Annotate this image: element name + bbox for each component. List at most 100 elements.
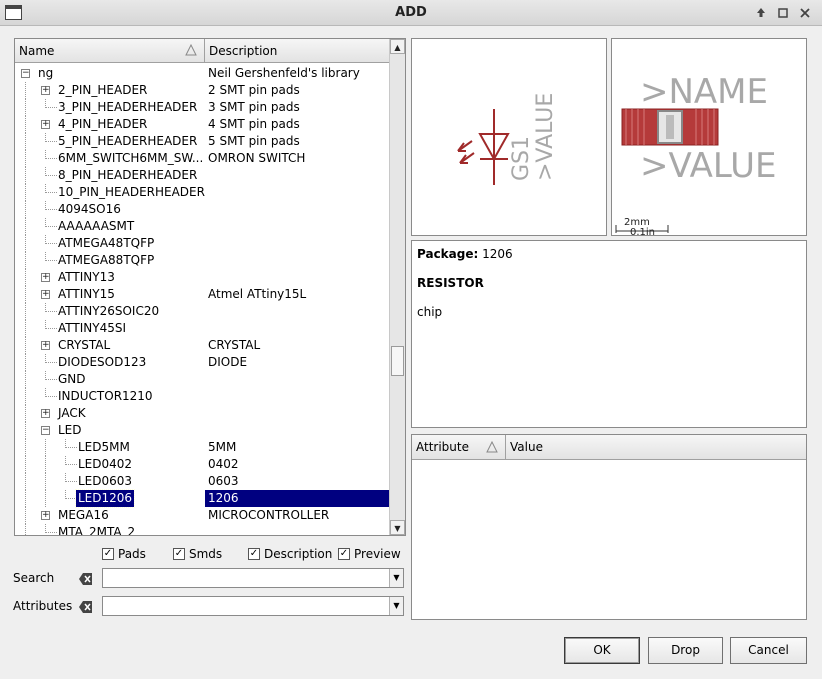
tree-row[interactable]: +2_PIN_HEADER 2 SMT pin pads <box>15 82 389 99</box>
tree-row-name: JACK <box>58 406 86 420</box>
keep-above-icon[interactable] <box>752 4 770 22</box>
search-input[interactable]: ▼ <box>102 568 404 588</box>
collapse-icon[interactable]: − <box>21 69 30 78</box>
tree-guide-line <box>25 218 26 235</box>
column-header-name[interactable]: Name <box>15 39 205 63</box>
tree-row[interactable]: AAAAAASMT <box>15 218 389 235</box>
scroll-up-icon[interactable]: ▲ <box>390 39 405 54</box>
tree-row[interactable]: + ATTINY13 <box>15 269 389 286</box>
tree-row[interactable]: ATMEGA88TQFP <box>15 252 389 269</box>
tree-row[interactable]: MTA_2MTA_2 <box>15 524 389 535</box>
tree-row[interactable]: LED1206 1206 <box>15 489 389 508</box>
tree-guide-line <box>25 388 26 405</box>
tree-row[interactable]: + CRYSTAL CRYSTAL <box>15 337 389 354</box>
tree-row[interactable]: + MEGA16 MICROCONTROLLER <box>15 507 389 524</box>
tree-row-description: Neil Gershenfeld's library <box>208 66 360 80</box>
preview-checkbox[interactable]: ✓ Preview <box>338 546 401 562</box>
close-icon[interactable] <box>796 4 814 22</box>
expand-icon[interactable]: + <box>41 511 50 520</box>
tree-row-description: 0603 <box>208 474 239 488</box>
tree-row[interactable]: 5_PIN_HEADERHEADER 5 SMT pin pads <box>15 133 389 150</box>
tree-row[interactable]: + ATTINY15 Atmel ATtiny15L <box>15 286 389 303</box>
chevron-down-icon[interactable]: ▼ <box>389 569 403 587</box>
package-line: Package: 1206 <box>417 247 801 261</box>
tree-guide-line <box>25 507 26 524</box>
expand-icon[interactable]: + <box>41 290 50 299</box>
attributes-label: Attributes <box>13 599 73 613</box>
ok-button[interactable]: OK <box>564 637 640 664</box>
tree-row[interactable]: GND <box>15 371 389 388</box>
tree-guide-line <box>45 320 57 329</box>
tree-row[interactable]: − ng Neil Gershenfeld's library <box>15 65 389 82</box>
tree-row-name: 6MM_SWITCH6MM_SW... <box>58 151 204 165</box>
attributes-input[interactable]: ▼ <box>102 596 404 616</box>
cancel-button[interactable]: Cancel <box>730 637 807 664</box>
tree-row-name: 8_PIN_HEADERHEADER <box>58 168 198 182</box>
column-description-label: Description <box>209 44 278 58</box>
expand-icon[interactable]: + <box>41 86 50 95</box>
tree-guide-line <box>25 82 26 99</box>
column-header-value[interactable]: Value <box>506 435 806 460</box>
tree-row[interactable]: ATTINY45SI <box>15 320 389 337</box>
tree-row[interactable]: LED5MM 5MM <box>15 439 389 456</box>
tree-guide-line <box>45 235 57 244</box>
tree-guide-line <box>45 167 57 176</box>
tree-row[interactable]: LED0402 0402 <box>15 456 389 473</box>
tree-guide-line <box>45 218 57 227</box>
tree-row[interactable]: + JACK <box>15 405 389 422</box>
value-column-label: Value <box>510 440 543 454</box>
tree-row-name: MEGA16 <box>58 508 109 522</box>
tree-guide-line <box>25 99 26 116</box>
scrollbar-thumb[interactable] <box>391 346 404 376</box>
expand-icon[interactable]: + <box>41 273 50 282</box>
drop-button[interactable]: Drop <box>648 637 723 664</box>
description-checkbox[interactable]: ✓ Description <box>248 546 332 562</box>
tree-row[interactable]: INDUCTOR1210 <box>15 388 389 405</box>
collapse-icon[interactable]: − <box>41 426 50 435</box>
tree-row[interactable]: ATTINY26SOIC20 <box>15 303 389 320</box>
tree-row[interactable]: +4_PIN_HEADER 4 SMT pin pads <box>15 116 389 133</box>
tree-guide-line <box>45 303 57 312</box>
title-bar: ADD <box>0 0 822 26</box>
expand-icon[interactable]: + <box>41 341 50 350</box>
tree-row[interactable]: − LED <box>15 422 389 439</box>
tree-row[interactable]: 8_PIN_HEADERHEADER <box>15 167 389 184</box>
tree-row-name: LED0603 <box>78 474 133 488</box>
column-header-description[interactable]: Description <box>205 39 389 63</box>
tree-guide-line <box>25 422 26 439</box>
column-header-attribute[interactable]: Attribute <box>412 435 506 460</box>
smds-checkbox[interactable]: ✓ Smds <box>173 546 222 562</box>
pads-checkbox[interactable]: ✓ Pads <box>102 546 146 562</box>
tree-guide-line <box>25 354 26 371</box>
symbol-value-text: >VALUE <box>533 93 558 181</box>
maximize-icon[interactable] <box>774 4 792 22</box>
tree-row[interactable]: DIODESOD123 DIODE <box>15 354 389 371</box>
chevron-down-icon[interactable]: ▼ <box>389 597 403 615</box>
column-name-label: Name <box>19 44 55 58</box>
tree-guide-line <box>45 388 57 397</box>
tree-guide-line <box>25 286 26 303</box>
tree-row[interactable]: LED0603 0603 <box>15 473 389 490</box>
expand-icon[interactable]: + <box>41 120 50 129</box>
symbol-preview: GS1 >VALUE <box>411 38 607 236</box>
tree-row-name: ATMEGA48TQFP <box>58 236 155 250</box>
package-label: Package: <box>417 247 479 261</box>
clear-attributes-icon[interactable] <box>79 601 93 613</box>
tree-row[interactable]: 4094SO16 <box>15 201 389 218</box>
tree-row-name: ATTINY45SI <box>58 321 126 335</box>
scroll-down-icon[interactable]: ▼ <box>390 520 405 535</box>
expand-icon[interactable]: + <box>41 409 50 418</box>
tree-row[interactable]: 10_PIN_HEADERHEADER <box>15 184 389 201</box>
tree-row[interactable]: 3_PIN_HEADERHEADER 3 SMT pin pads <box>15 99 389 116</box>
library-tree[interactable]: Name Description − ng Neil Gershenfeld's l… <box>14 38 406 536</box>
tree-row[interactable]: 6MM_SWITCH6MM_SW... OMRON SWITCH <box>15 150 389 167</box>
tree-row-name: ATTINY15 <box>58 287 115 301</box>
clear-search-icon[interactable] <box>79 573 93 585</box>
tree-row-description: DIODE <box>208 355 248 369</box>
tree-row[interactable]: ATMEGA48TQFP <box>15 235 389 252</box>
attribute-table[interactable]: Attribute Value <box>411 434 807 620</box>
tree-guide-line <box>25 337 26 354</box>
tree-guide-line <box>25 405 26 422</box>
tree-vertical-scrollbar[interactable]: ▲ ▼ <box>389 39 405 535</box>
tree-guide-line <box>25 490 26 507</box>
